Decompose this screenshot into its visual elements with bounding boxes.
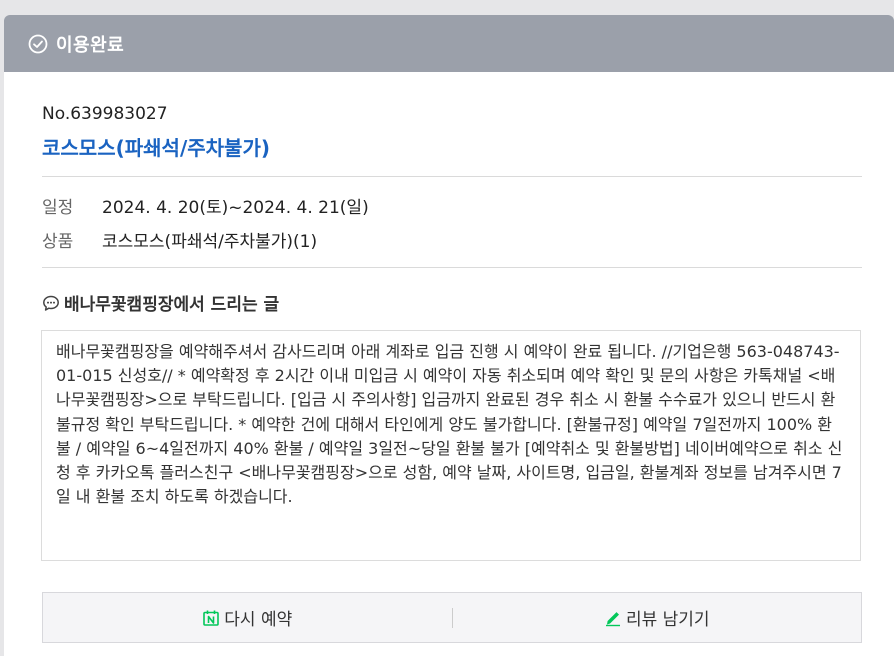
divider (42, 176, 862, 177)
status-label: 이용완료 (56, 34, 125, 56)
order-number: No.639983027 (42, 104, 168, 124)
product-value: 코스모스(파쇄석/주차불가)(1) (102, 232, 318, 252)
speech-bubble-icon (43, 295, 59, 311)
pencil-icon (605, 611, 620, 626)
host-message-title: 배나무꽃캠핑장에서 드리는 글 (42, 290, 279, 315)
review-label: 리뷰 남기기 (625, 610, 710, 630)
schedule-value: 2024. 4. 20(토)~2024. 4. 21(일) (102, 198, 369, 218)
rebook-label: 다시 예약 (224, 610, 293, 630)
schedule-row: 일정 2024. 4. 20(토)~2024. 4. 21(일) (42, 193, 369, 218)
host-message-title-text: 배나무꽃캠핑장에서 드리는 글 (64, 295, 280, 315)
host-message-body: 배나무꽃캠핑장을 예약해주셔서 감사드리며 아래 계좌로 입금 진행 시 예약이… (41, 330, 861, 561)
schedule-label: 일정 (42, 198, 74, 218)
product-row: 상품 코스모스(파쇄석/주차불가)(1) (42, 227, 317, 252)
action-bar: 다시 예약 리뷰 남기기 (42, 592, 862, 643)
rebook-button[interactable]: 다시 예약 (43, 593, 452, 642)
product-label: 상품 (42, 232, 74, 252)
naver-calendar-icon (203, 610, 220, 626)
divider (42, 267, 862, 268)
status-header: 이용완료 (4, 15, 894, 72)
product-title-link[interactable]: 코스모스(파쇄석/주차불가) (42, 132, 270, 161)
write-review-button[interactable]: 리뷰 남기기 (453, 593, 862, 642)
booking-card: No.639983027 코스모스(파쇄석/주차불가) 일정 2024. 4. … (4, 72, 894, 656)
check-circle-icon (28, 34, 48, 53)
